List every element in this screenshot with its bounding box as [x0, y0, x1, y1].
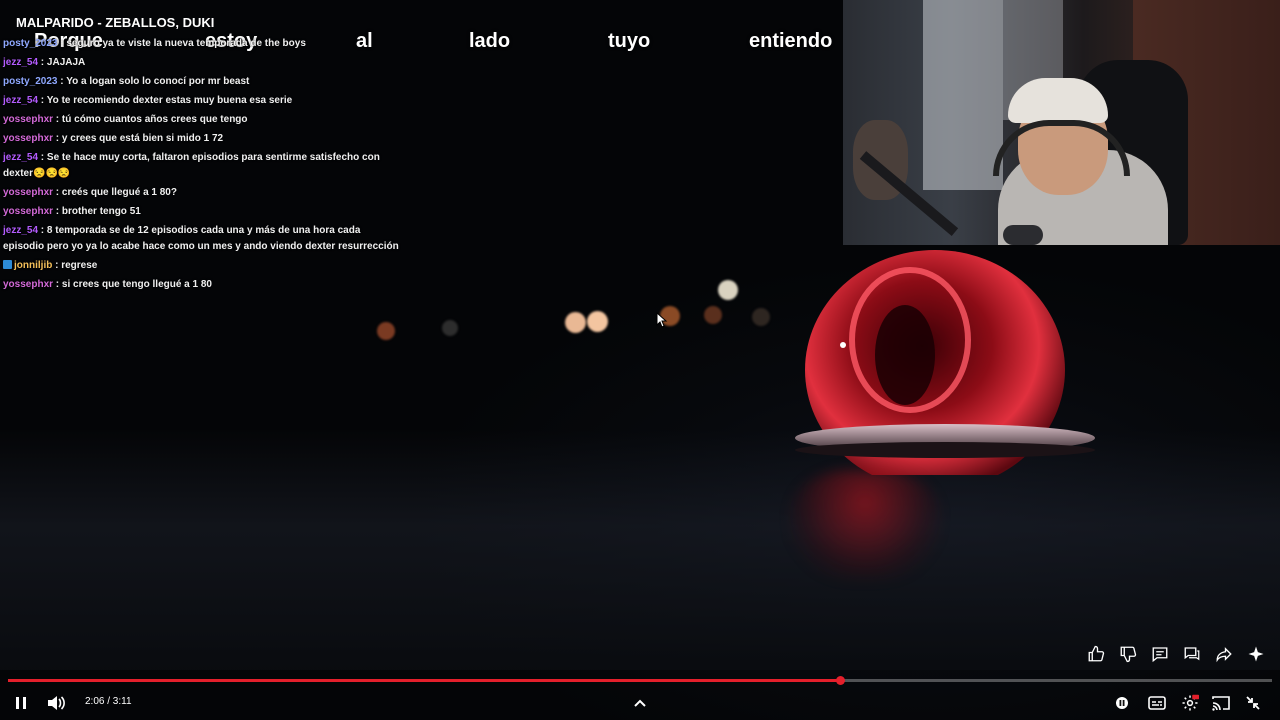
share-icon[interactable]: [1214, 644, 1234, 664]
chat-message: posty_2023 : seguro ya te viste la nueva…: [3, 36, 403, 52]
progress-bar[interactable]: [8, 676, 1272, 685]
chat-message: yossephxr : y crees que está bien si mid…: [3, 131, 403, 147]
sparkle-icon[interactable]: [1246, 644, 1266, 664]
settings-icon[interactable]: [1179, 692, 1201, 714]
chat-text: si crees que tengo llegué a 1 80: [61, 279, 212, 290]
autoplay-toggle[interactable]: [1113, 692, 1131, 714]
chat-text: JAJAJA: [46, 57, 86, 68]
like-icon[interactable]: [1086, 644, 1106, 664]
lyric-word: tuyo: [608, 30, 651, 52]
chat-text: brother tengo 51: [61, 206, 141, 217]
bokeh-light: [442, 320, 458, 336]
player-controls: 2:06 / 3:11: [0, 688, 1280, 718]
chat-text: Se te hace muy corta, faltaron episodios…: [3, 152, 380, 179]
siren-light-image: [795, 250, 1095, 475]
chat-separator: :: [52, 260, 62, 271]
chat-message: yossephxr : creés que llegué a 1 80?: [3, 185, 403, 201]
mouse-cursor-icon: [656, 312, 668, 328]
bokeh-light: [752, 308, 770, 326]
chat-message: yossephxr : si crees que tengo llegué a …: [3, 277, 403, 293]
chat-separator: :: [38, 95, 47, 106]
chat-username[interactable]: yossephxr: [3, 187, 53, 198]
chat-separator: :: [53, 187, 62, 198]
chat-icon[interactable]: [1182, 644, 1202, 664]
chat-username[interactable]: yossephxr: [3, 114, 53, 125]
chat-message: jezz_54 : 8 temporada se de 12 episodios…: [3, 223, 403, 255]
microphone: [1003, 225, 1043, 245]
webcam-overlay: [843, 0, 1280, 245]
chat-message: yossephxr : brother tengo 51: [3, 204, 403, 220]
chat-message: posty_2023 : Yo a logan solo lo conocí p…: [3, 74, 403, 90]
captions-icon[interactable]: [1147, 692, 1167, 714]
volume-icon[interactable]: [46, 692, 66, 714]
bokeh-light: [587, 311, 608, 332]
chat-message: jezz_54 : Se te hace muy corta, faltaron…: [3, 150, 403, 182]
comment-icon[interactable]: [1150, 644, 1170, 664]
song-title: MALPARIDO - ZEBALLOS, DUKI: [16, 15, 215, 30]
cast-icon[interactable]: [1211, 692, 1231, 714]
chat-username[interactable]: jezz_54: [3, 95, 38, 106]
chat-username[interactable]: yossephxr: [3, 206, 53, 217]
chat-username[interactable]: yossephxr: [3, 279, 53, 290]
bokeh-light: [565, 312, 586, 333]
bokeh-light: [704, 306, 722, 324]
chat-text: creés que llegué a 1 80?: [61, 187, 177, 198]
chat-separator: :: [57, 76, 67, 87]
chat-separator: :: [53, 114, 62, 125]
chat-text: Yo a logan solo lo conocí por mr beast: [66, 76, 250, 87]
pause-icon[interactable]: [12, 692, 30, 714]
chat-username[interactable]: jonniljib: [14, 260, 52, 271]
chat-message: yossephxr : tú cómo cuantos años crees q…: [3, 112, 403, 128]
chat-message: jezz_54 : Yo te recomiendo dexter estas …: [3, 93, 403, 109]
time-display: 2:06 / 3:11: [85, 696, 132, 707]
chat-username[interactable]: yossephxr: [3, 133, 53, 144]
bokeh-light: [377, 322, 395, 340]
chat-separator: :: [53, 206, 62, 217]
dislike-icon[interactable]: [1118, 644, 1138, 664]
lyric-word: lado: [469, 30, 511, 52]
siren-reflection: [790, 470, 940, 580]
chat-text: 8 temporada se de 12 episodios cada una …: [3, 225, 399, 252]
lyric-word: entiendo: [749, 30, 833, 52]
chat-username[interactable]: posty_2023: [3, 38, 57, 49]
chat-separator: :: [53, 279, 62, 290]
chat-username[interactable]: jezz_54: [3, 152, 38, 163]
action-bar: [1086, 644, 1266, 664]
chat-text: seguro ya te viste la nueva temporada de…: [66, 38, 306, 49]
chat-text: regrese: [61, 260, 98, 271]
chat-separator: :: [38, 225, 47, 236]
chat-text: y crees que está bien si mido 1 72: [61, 133, 224, 144]
chat-overlay: posty_2023 : seguro ya te viste la nueva…: [3, 36, 403, 296]
chat-username[interactable]: jezz_54: [3, 57, 38, 68]
bokeh-light: [718, 280, 738, 300]
chat-message: jonniljib : regrese: [3, 258, 403, 274]
subscriber-badge-icon: [3, 260, 12, 269]
chat-separator: :: [38, 57, 47, 68]
chat-text: Yo te recomiendo dexter estas muy buena …: [46, 95, 293, 106]
chat-separator: :: [38, 152, 47, 163]
chat-username[interactable]: posty_2023: [3, 76, 57, 87]
chat-separator: :: [53, 133, 62, 144]
progress-played: [8, 679, 840, 682]
exit-fullscreen-icon[interactable]: [1244, 692, 1262, 714]
chat-text: tú cómo cuantos años crees que tengo: [61, 114, 248, 125]
scrubber-handle[interactable]: [835, 676, 845, 685]
chat-message: jezz_54 : JAJAJA: [3, 55, 403, 71]
chat-username[interactable]: jezz_54: [3, 225, 38, 236]
chevron-up-icon[interactable]: [632, 692, 648, 714]
